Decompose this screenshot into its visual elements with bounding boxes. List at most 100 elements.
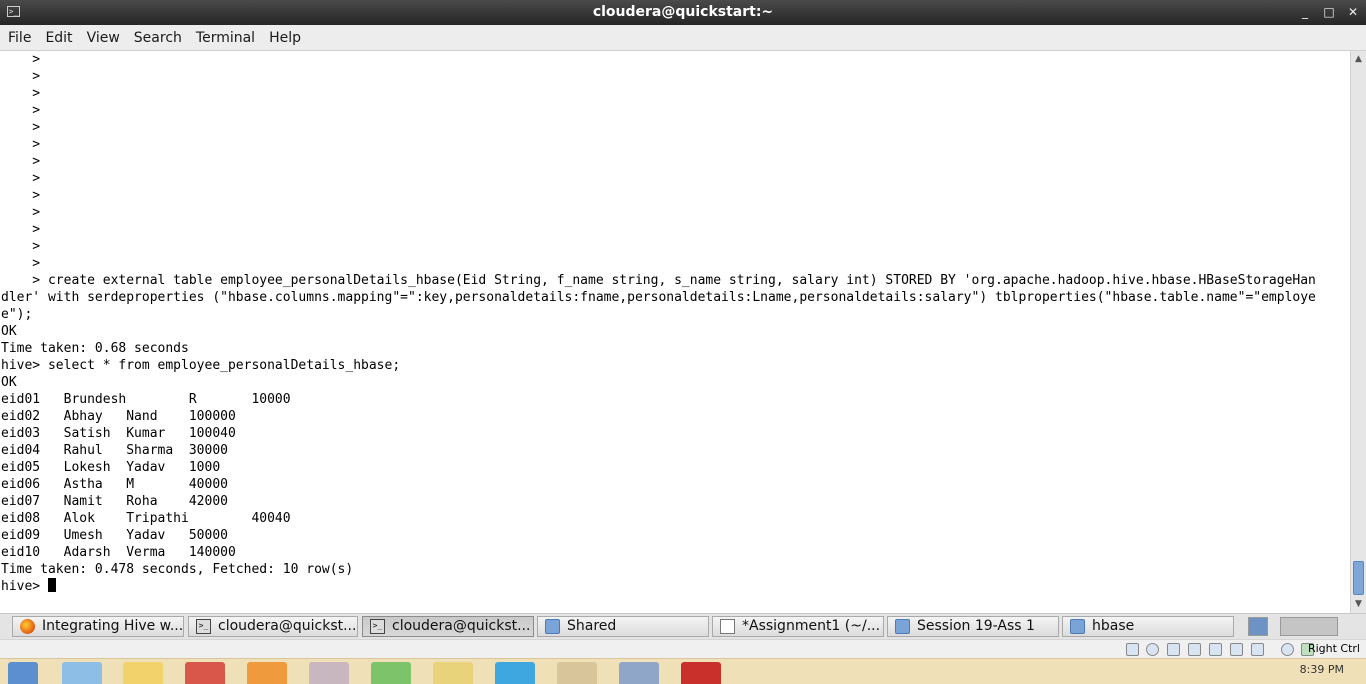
usb-icon[interactable] [1167,643,1180,656]
terminal-line: > [32,154,41,169]
windows-start-icon[interactable] [8,662,38,684]
scroll-down-arrow-icon[interactable]: ▼ [1351,597,1366,611]
terminal-line: > [32,137,41,152]
terminal-line: OK [1,324,17,339]
host-key-label: Right Ctrl [1307,642,1360,655]
menu-bar: File Edit View Search Terminal Help [0,25,1366,51]
clock: 8:39 PM [1299,663,1344,676]
terminal-line: > [32,188,41,203]
terminal-line: > [32,205,41,220]
taskbar-item-hbase[interactable]: hbase [1062,616,1234,637]
taskbar-item-label: Shared [567,618,617,634]
terminal-line: > [32,69,41,84]
taskbar-item-assignment[interactable]: *Assignment1 (~/... [712,616,884,637]
shared-folders-icon[interactable] [1209,643,1222,656]
vbox-status-bar: Right Ctrl [0,639,1366,658]
chrome-icon[interactable] [185,662,225,684]
video-capture-icon[interactable] [1251,643,1264,656]
terminal-line: e"); [1,307,33,322]
terminal-output[interactable]: > > > > > > > > > > > > > > create exter… [0,51,1350,613]
terminal-history: > > > > > > > > > > > > > > create exter… [1,52,1316,577]
hard-disk-icon[interactable] [1126,643,1139,656]
firefox-icon [20,619,35,634]
internet-explorer-icon[interactable] [62,662,102,684]
taskbar-item-label: Integrating Hive w... [42,618,184,634]
taskbar-item-terminal-2[interactable]: >_ cloudera@quickst... [362,616,534,637]
virtualbox-icon[interactable] [619,662,659,684]
acrobat-icon[interactable] [681,662,721,684]
terminal-line: eid10 Adarsh Verma 140000 [1,545,236,560]
menu-file[interactable]: File [0,25,31,51]
green-app-icon[interactable] [371,662,411,684]
terminal-line: > [32,222,41,237]
terminal-line: > create external table employee_persona… [32,273,1316,288]
taskbar-item-terminal-1[interactable]: >_ cloudera@quickst... [188,616,358,637]
taskbar-item-label: cloudera@quickst... [218,618,357,634]
terminal-line: OK [1,375,17,390]
taskbar-item-label: *Assignment1 (~/... [742,618,881,634]
scrollbar-thumb[interactable] [1353,561,1364,595]
terminal-line: > [32,239,41,254]
terminal-line: eid08 Alok Tripathi 40040 [1,511,291,526]
taskbar-item-label: cloudera@quickst... [392,618,531,634]
taskbar-item-firefox[interactable]: Integrating Hive w... [12,616,184,637]
folder-icon [1070,619,1085,634]
terminal-icon: >_ [370,619,385,634]
terminal-line: dler' with serdeproperties ("hbase.colum… [1,290,1316,305]
terminal-line: > [32,120,41,135]
terminal-line: eid05 Lokesh Yadav 1000 [1,460,221,475]
terminal-line: hive> select * from employee_personalDet… [1,358,401,373]
text-editor-icon [720,619,735,634]
menu-edit[interactable]: Edit [31,25,72,51]
terminal-scrollbar[interactable]: ▲ ▼ [1350,51,1366,613]
terminal-line: eid09 Umesh Yadav 50000 [1,528,228,543]
scroll-up-arrow-icon[interactable]: ▲ [1351,52,1366,66]
folder-icon [895,619,910,634]
notes-icon[interactable] [433,662,473,684]
skype-icon[interactable] [495,662,535,684]
network-icon[interactable] [1188,643,1201,656]
terminal-prompt: hive> [1,579,48,594]
guest-taskbar: Integrating Hive w... >_ cloudera@quicks… [0,613,1366,639]
snipping-tool-icon[interactable] [309,662,349,684]
menu-help[interactable]: Help [255,25,301,51]
file-explorer-icon[interactable] [123,662,163,684]
terminal-text: > > > > > > > > > > > > > > create exter… [1,51,1316,595]
taskbar-item-session[interactable]: Session 19-Ass 1 [887,616,1059,637]
notepad-icon[interactable] [557,662,597,684]
show-desktop-icon[interactable] [1280,617,1338,636]
terminal-line: eid04 Rahul Sharma 30000 [1,443,228,458]
display-icon[interactable] [1230,643,1243,656]
menu-terminal[interactable]: Terminal [182,25,255,51]
workspace-switcher-icon[interactable] [1248,617,1268,636]
taskbar-item-label: Session 19-Ass 1 [917,618,1035,634]
window-title-bar[interactable]: >_ cloudera@quickstart:~ _ □ ✕ [0,0,1366,25]
terminal-line: Time taken: 0.68 seconds [1,341,189,356]
terminal-line: > [32,171,41,186]
taskbar-item-shared[interactable]: Shared [537,616,709,637]
optical-drive-icon[interactable] [1146,643,1159,656]
folder-icon [545,619,560,634]
vlc-icon[interactable] [247,662,287,684]
terminal-line: > [32,86,41,101]
terminal-line: eid02 Abhay Nand 100000 [1,409,236,424]
terminal-icon: >_ [196,619,211,634]
text-cursor [47,578,56,592]
terminal-line: eid03 Satish Kumar 100040 [1,426,236,441]
menu-view[interactable]: View [73,25,120,51]
terminal-line: > [32,52,41,67]
cpu-icon[interactable] [1281,643,1294,656]
maximize-button[interactable]: □ [1317,0,1341,25]
terminal-line: eid01 Brundesh R 10000 [1,392,291,407]
taskbar-item-label: hbase [1092,618,1135,634]
minimize-button[interactable]: _ [1293,0,1317,25]
terminal-line: > [32,256,41,271]
terminal-line: eid07 Namit Roha 42000 [1,494,228,509]
window-title: cloudera@quickstart:~ [592,4,774,20]
host-taskbar: 8:39 PM [0,658,1366,684]
terminal-line: eid06 Astha M 40000 [1,477,228,492]
menu-search[interactable]: Search [120,25,182,51]
close-button[interactable]: ✕ [1341,0,1365,25]
terminal-line: > [32,103,41,118]
terminal-line: Time taken: 0.478 seconds, Fetched: 10 r… [1,562,354,577]
